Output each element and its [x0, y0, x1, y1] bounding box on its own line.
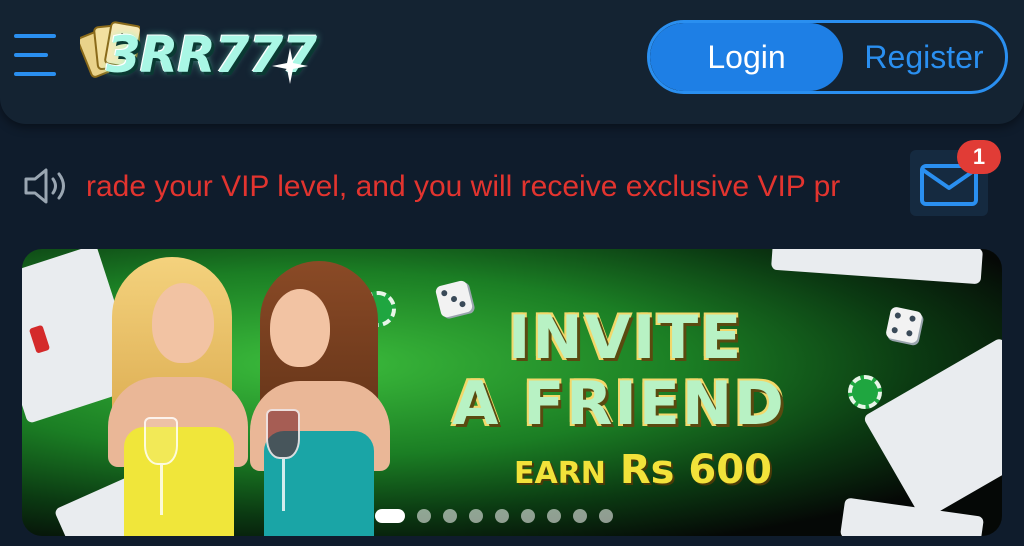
- earn-amount: 600: [688, 447, 772, 493]
- carousel-dot[interactable]: [547, 509, 561, 523]
- carousel-dot[interactable]: [573, 509, 587, 523]
- earn-prefix: EARN: [514, 456, 606, 491]
- promo-title-line2: A FRIEND: [452, 369, 786, 439]
- carousel-dot[interactable]: [469, 509, 483, 523]
- sparkle-icon: [272, 48, 308, 84]
- promo-banner[interactable]: INVITE A FRIEND EARN Rs 600: [22, 249, 1002, 536]
- speaker-icon: [24, 168, 65, 204]
- wine-glass: [144, 417, 178, 465]
- carousel-dot[interactable]: [495, 509, 509, 523]
- carousel-dot[interactable]: [417, 509, 431, 523]
- notice-marquee[interactable]: rade your VIP level, and you will receiv…: [86, 166, 910, 208]
- carousel-dot[interactable]: [443, 509, 457, 523]
- auth-toggle: Login Register: [647, 20, 1008, 94]
- dice-icon: [885, 306, 923, 344]
- promo-title-line1: INVITE: [508, 303, 744, 373]
- playing-card: [771, 249, 983, 285]
- carousel-dot[interactable]: [375, 509, 405, 523]
- woman-brunette: [240, 261, 420, 536]
- register-button[interactable]: Register: [843, 23, 1005, 91]
- login-button[interactable]: Login: [650, 23, 843, 91]
- playing-card: [862, 337, 1002, 521]
- dice-icon: [434, 279, 474, 319]
- mail-count-badge: 1: [957, 140, 1001, 174]
- casino-chip: [848, 375, 882, 409]
- menu-icon[interactable]: [12, 32, 58, 78]
- earn-text: EARN Rs 600: [514, 447, 772, 493]
- carousel-dot[interactable]: [599, 509, 613, 523]
- top-header: A 3RR777 Login Register: [0, 0, 1024, 124]
- carousel-dot[interactable]: [521, 509, 535, 523]
- wine-glass: [266, 409, 300, 459]
- earn-currency: Rs: [619, 447, 675, 493]
- site-logo[interactable]: A 3RR777: [80, 16, 317, 96]
- carousel-dots: [375, 509, 613, 523]
